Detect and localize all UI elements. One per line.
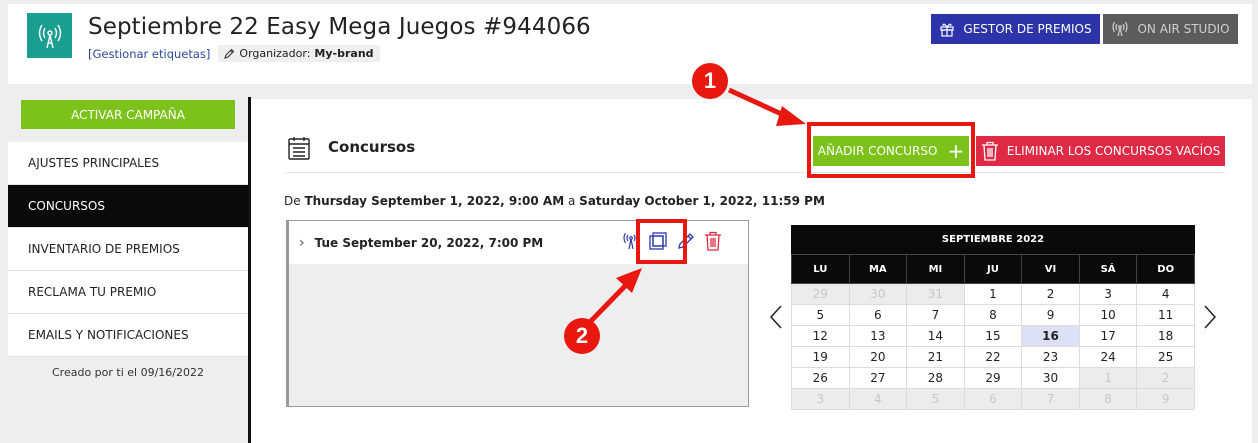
annotation-badge-1: 1 <box>692 63 728 99</box>
highlight-add-contest <box>807 122 975 178</box>
annotation-badge-2: 2 <box>564 318 600 354</box>
highlight-duplicate <box>636 219 687 264</box>
annotation-arrows <box>588 87 806 324</box>
